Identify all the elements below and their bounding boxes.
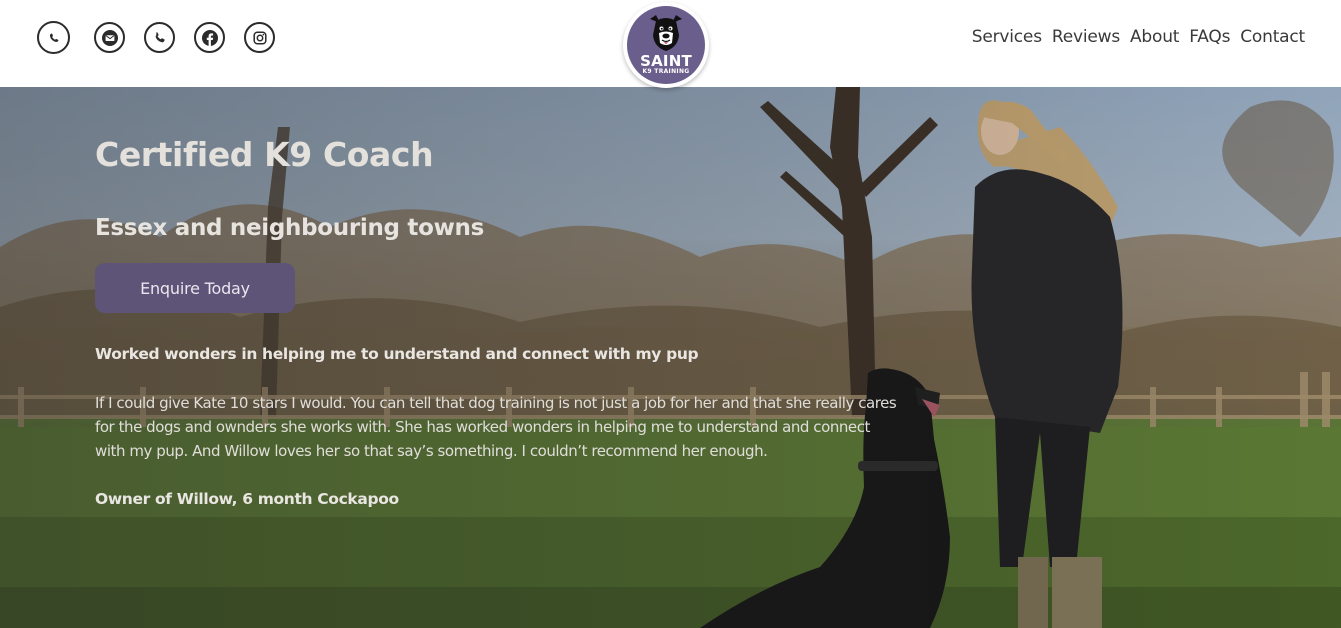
nav-about[interactable]: About — [1130, 27, 1179, 47]
facebook-icon — [201, 29, 218, 46]
hero-title: Certified K9 Coach — [95, 135, 434, 174]
whatsapp-link[interactable] — [37, 21, 70, 54]
review-line: If I could give Kate 10 stars I would. Y… — [95, 394, 897, 412]
social-links — [37, 21, 294, 54]
instagram-link[interactable] — [244, 22, 275, 53]
hero-subtitle: Essex and neighbouring towns — [95, 215, 485, 241]
instagram-icon — [252, 30, 267, 45]
enquire-button[interactable]: Enquire Today — [95, 263, 295, 313]
main-nav: Services Reviews About FAQs Contact — [962, 27, 1305, 47]
brand-logo[interactable]: SAINT K9 TRAINING — [623, 2, 709, 88]
review-headline: Worked wonders in helping me to understa… — [95, 345, 699, 363]
rottweiler-logo-icon — [650, 15, 682, 51]
review-line: for the dogs and ownders she works with.… — [95, 418, 870, 436]
nav-reviews[interactable]: Reviews — [1052, 27, 1120, 47]
phone-icon — [155, 31, 165, 42]
logo-tagline: K9 TRAINING — [642, 68, 690, 75]
whatsapp-icon — [49, 33, 58, 42]
email-link[interactable] — [94, 22, 125, 53]
phone-link[interactable] — [144, 22, 175, 53]
nav-contact[interactable]: Contact — [1240, 27, 1305, 47]
site-header: SAINT K9 TRAINING Services Reviews About… — [0, 0, 1341, 88]
review-body: If I could give Kate 10 stars I would. Y… — [95, 391, 925, 463]
facebook-link[interactable] — [194, 22, 225, 53]
nav-services[interactable]: Services — [972, 27, 1042, 47]
review-line: with my pup. And Willow loves her so tha… — [95, 442, 768, 460]
email-icon — [101, 29, 118, 46]
nav-faqs[interactable]: FAQs — [1189, 27, 1230, 47]
hero-section: Certified K9 Coach Essex and neighbourin… — [0, 87, 1341, 628]
review-author: Owner of Willow, 6 month Cockapoo — [95, 490, 399, 508]
logo-badge: SAINT K9 TRAINING — [627, 6, 705, 84]
